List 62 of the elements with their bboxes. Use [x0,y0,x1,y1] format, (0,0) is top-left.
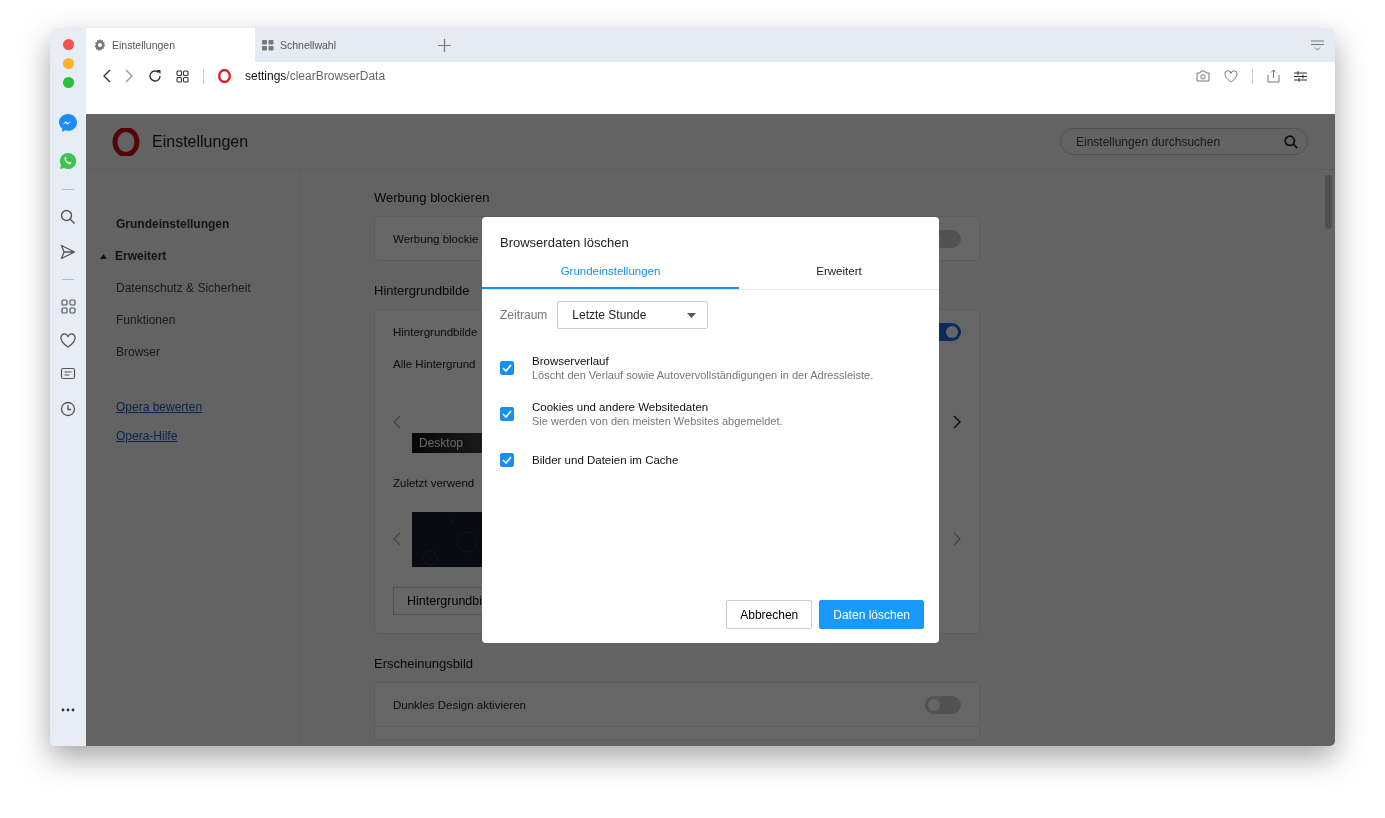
time-range-label: Zeitraum [500,308,548,322]
close-window-button[interactable] [62,39,74,50]
opera-logo-icon [218,69,231,83]
dialog-tab[interactable]: Grundeinstellungen [482,265,739,289]
nav-item[interactable]: Browser [116,345,160,359]
setting-label: Zuletzt verwend [393,477,475,489]
nav-group-toggle[interactable]: Erweitert [100,249,167,263]
setting-label: Hintergrundbilde [393,325,478,338]
option-title: Browserverlauf [532,355,610,367]
grid-icon[interactable] [176,69,189,83]
share-icon[interactable] [1267,69,1280,83]
back-icon[interactable] [102,69,111,83]
option-title: Bilder und Dateien im Cache [532,454,679,466]
caret-icon [100,253,107,259]
nav-item[interactable]: Funktionen [116,313,176,327]
reload-icon[interactable] [148,69,162,83]
send-icon[interactable] [60,244,76,260]
search-field[interactable]: Einstellungen durchsuchen [1060,128,1308,155]
time-range-dropdown[interactable]: Letzte Stunde [557,301,709,329]
grid-icon [262,39,274,51]
more-icon[interactable] [61,708,75,712]
section-heading: Erscheinungsbild [374,656,474,671]
opera-logo-icon [112,127,140,156]
sliders-icon[interactable] [1294,69,1307,83]
nav-item[interactable]: Grundeinstellungen [116,217,230,231]
checkbox[interactable] [500,407,514,421]
delete-button[interactable]: Daten löschen [819,600,924,629]
search-icon[interactable] [60,209,76,225]
nav-item[interactable]: Datenschutz & Sicherheit [116,281,251,295]
option-title: Cookies und andere Websitedaten [532,401,710,413]
news-icon[interactable] [60,367,76,382]
dialog-tab[interactable]: Erweitert [739,265,939,289]
new-tab-icon[interactable] [438,38,451,52]
section-heading: Werbung blockieren [374,190,491,205]
setting-label: Werbung blockie [393,232,479,245]
setting-label: Alle Hintergrund [393,358,476,370]
caret-icon [687,312,697,318]
help-link[interactable]: Opera-Hilfe [116,429,203,443]
gear-icon [94,39,106,51]
forward-icon[interactable] [125,69,134,83]
setting-label: Dunkles Design aktivieren [393,698,526,711]
help-link[interactable]: Opera bewerten [116,400,203,414]
browser-tab[interactable]: Einstellungen [86,28,255,62]
cancel-button[interactable]: Abbrechen [726,600,813,629]
search-icon [1284,135,1298,149]
heart-icon[interactable] [60,333,76,348]
checkbox[interactable] [500,361,514,375]
tab-menu-icon[interactable] [1311,39,1324,51]
zoom-window-button[interactable] [62,77,74,88]
heart-icon[interactable] [1224,69,1238,83]
settings-title: Einstellungen [152,132,249,151]
browser-tab[interactable]: Schnellwahl [255,28,424,62]
option-description: Löscht den Verlauf sowie Autovervollständigungen in der Adressleiste. [532,369,874,381]
section-heading: Hintergrundbilde [374,283,471,298]
checkbox[interactable] [500,453,514,467]
clock-icon[interactable] [60,401,76,417]
whatsapp-icon[interactable] [59,152,77,170]
messenger-icon[interactable] [58,113,78,133]
dialog-title: Browserdaten löschen [499,234,630,250]
url-field[interactable]: settings/clearBrowserData [245,69,1196,83]
camera-icon[interactable] [1196,70,1210,82]
option-description: Sie werden von den meisten Websites abgemeldet. [532,415,783,427]
